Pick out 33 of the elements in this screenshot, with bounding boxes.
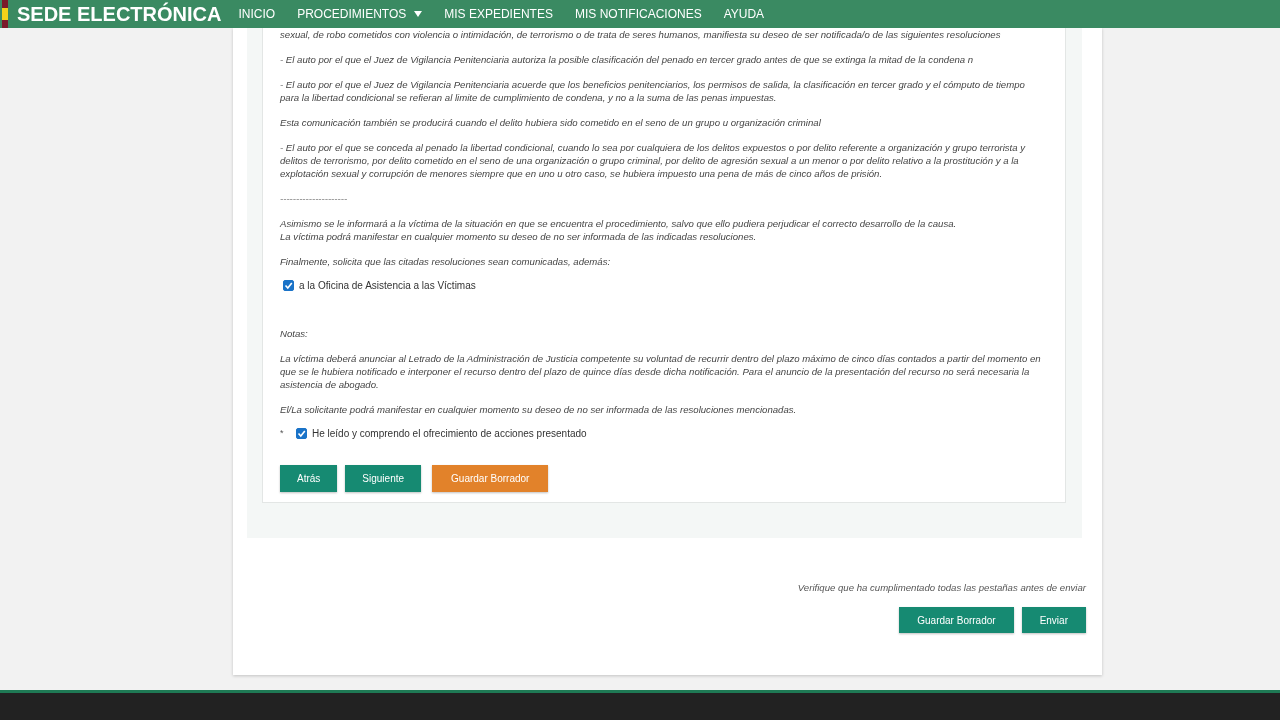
submit-button[interactable]: Enviar: [1021, 607, 1086, 633]
form-button[interactable]: Atrás: [280, 465, 338, 492]
paragraph-text: La víctima deberá anunciar al Letrado de la Administración de Justicia competente su voluntad de recurrir dentro del plazo máximo de cinco días contados a partir del momento en que se le hubiera notificado e interponer el recurso dentro del plazo de quince días desde dicha notificación. Para el anuncio de la presentación del recurso no será necesaria la asistencia de abogado.: [280, 352, 1042, 391]
paragraph-text: sexual, de robo cometidos con violencia o intimidación, de terrorismo o de trata de seres humanos, manifiesta su deseo de ser notificada/o de las siguientes resoluciones: [280, 28, 1002, 41]
check-icon: [284, 281, 293, 290]
paragraph-text: Notas:: [280, 327, 309, 340]
paragraph-text: - El auto por el que se conceda al penado la libertad condicional, cuando lo sea por cualquiera de los delitos expuestos o por delito referente a organización y grupo terrorista y delitos de terrorismo, por delito cometido en el seno de una organización o grupo criminal, por delito de agresión sexual a un menor o por delito relativo a la prostitución y a la explotación sexual y corrupción de menores siempre que en uno u otro caso, se hubiera impuesto una pena de más de cinco años de prisión.: [280, 141, 1027, 180]
caret-icon: [414, 11, 423, 17]
paragraph-text: - El auto por el que el Juez de Vigilancia Penitenciaria autoriza la posible clasificación del penado en tercer grado antes de que se extinga la mitad de la condena n: [280, 53, 975, 66]
nav-link[interactable]: MIS EXPEDIENTES: [444, 7, 553, 21]
flag-icon: [2, 0, 8, 28]
hint-text: Verifique que ha cumplimentado todas las pestañas antes de enviar: [797, 582, 1086, 593]
paragraph-text: El/La solicitante podrá manifestar en cualquier momento su deseo de no ser informada de las resoluciones mencionadas.: [280, 403, 798, 416]
nav-link[interactable]: PROCEDIMIENTOS: [297, 7, 423, 21]
form-button[interactable]: Siguiente: [345, 465, 422, 492]
submit-button[interactable]: Guardar Borrador: [899, 607, 1014, 633]
paragraph-text: La víctima podrá manifestar en cualquier momento su deseo de no ser informada de las indicadas resoluciones.: [280, 230, 758, 243]
nav-link[interactable]: INICIO: [238, 7, 276, 21]
checkbox[interactable]: [283, 280, 294, 291]
paragraph-text: Esta comunicación también se producirá cuando el delito hubiera sido cometido en el seno de un grupo u organización criminal: [280, 116, 822, 129]
paragraph-text: - El auto por el que el Juez de Vigilancia Penitenciaria acuerde que los beneficios penitenciarios, los permisos de salida, la clasificación en tercer grado y el cómputo de tiempo para la libertad condicional se refieran al limite de cumplimiento de condena, y no a la suma de las penas impuestas.: [280, 78, 1026, 104]
required-mark: *: [280, 428, 285, 438]
paragraph-text: Asimismo se le informará a la víctima de la situación en que se encuentra el procedimiento, salvo que ello pudiera perjudicar el correcto desarrollo de la causa.: [280, 217, 958, 230]
form-button[interactable]: Guardar Borrador: [432, 465, 549, 492]
nav-link[interactable]: MIS NOTIFICACIONES: [574, 7, 702, 21]
site-logo[interactable]: SEDE ELECTRÓNICA: [17, 2, 222, 26]
check-icon: [297, 429, 306, 438]
checkbox-option[interactable]: He leído y comprendo el ofrecimiento de acciones presentado: [296, 428, 587, 439]
nav-link[interactable]: AYUDA: [723, 7, 765, 21]
checkbox[interactable]: [296, 428, 307, 439]
paragraph-text: Finalmente, solicita que las citadas resoluciones sean comunicadas, además:: [280, 255, 612, 268]
separator-text: ---------------------: [280, 192, 349, 205]
checkbox-option[interactable]: a la Oficina de Asistencia a las Víctimas: [283, 280, 476, 291]
